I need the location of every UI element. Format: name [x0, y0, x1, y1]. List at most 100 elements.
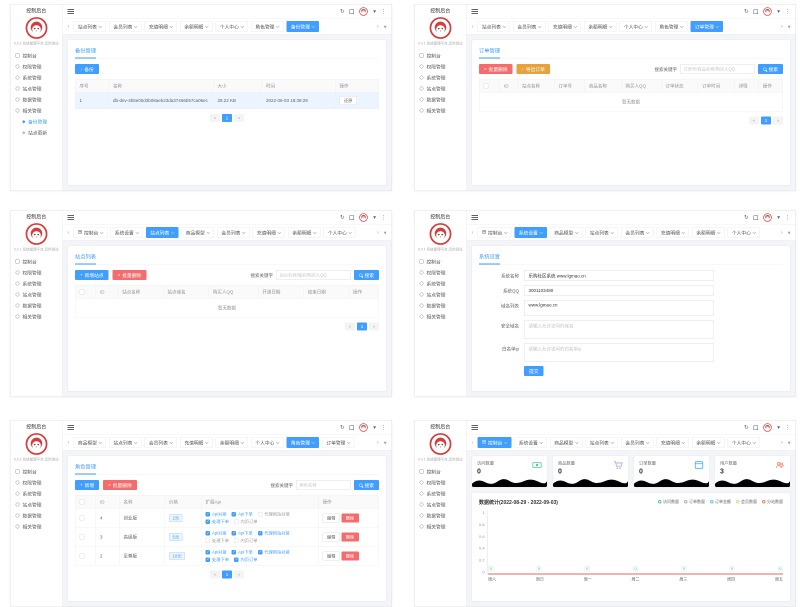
sidebar-item[interactable]: 系统管理: [415, 488, 467, 499]
edit-button[interactable]: 编辑: [323, 532, 341, 541]
tab[interactable]: 充值明细: [548, 21, 581, 32]
more-icon[interactable]: ⋮: [381, 215, 387, 221]
sidebar-item[interactable]: 系统管理: [415, 72, 467, 83]
tab[interactable]: 充值明细: [144, 21, 177, 32]
search-input[interactable]: [680, 64, 755, 74]
system-name-input[interactable]: [524, 270, 714, 281]
row-checkbox[interactable]: [80, 553, 85, 558]
refresh-icon[interactable]: ↻: [744, 425, 749, 431]
caret-down-icon[interactable]: ▾: [373, 425, 376, 431]
sidebar-item[interactable]: 系统管理: [11, 72, 63, 83]
more-icon[interactable]: ⋮: [785, 425, 791, 431]
caret-down-icon[interactable]: ▾: [777, 215, 780, 221]
batch-delete-button[interactable]: ×批量删除: [113, 270, 147, 280]
sidebar-item[interactable]: 控制台: [415, 466, 467, 477]
tab[interactable]: 站点列表: [146, 227, 179, 238]
tabs-more-icon[interactable]: ▾: [383, 439, 388, 446]
tabs-scroll-left-icon[interactable]: ‹: [471, 230, 475, 236]
user-avatar[interactable]: [763, 7, 772, 16]
tabs-scroll-right-icon[interactable]: ›: [376, 24, 380, 30]
sidebar-item[interactable]: 数据管理: [11, 300, 63, 311]
sidebar-item[interactable]: 控制台: [11, 256, 63, 267]
edit-button[interactable]: 编辑: [323, 551, 341, 560]
sidebar-item[interactable]: 控制台: [11, 50, 63, 61]
more-icon[interactable]: ⋮: [785, 9, 791, 15]
legend-item[interactable]: 分站数量: [762, 499, 783, 505]
refresh-icon[interactable]: ↻: [340, 215, 345, 221]
sidebar-item[interactable]: 控制台: [415, 50, 467, 61]
fullscreen-icon[interactable]: [754, 425, 759, 430]
search-button[interactable]: 搜索: [758, 64, 783, 74]
page-number[interactable]: 1: [761, 117, 771, 125]
tab[interactable]: 充值明细: [252, 227, 285, 238]
add-site-button[interactable]: +新增站点: [75, 270, 109, 280]
fullscreen-icon[interactable]: [350, 9, 355, 14]
api-option[interactable]: 内页订单: [234, 538, 258, 544]
sidebar-item[interactable]: 权限管理: [11, 477, 63, 488]
delete-button[interactable]: 删除: [341, 513, 359, 522]
refresh-icon[interactable]: ↻: [340, 425, 345, 431]
sidebar-item[interactable]: 相关管理: [415, 521, 467, 532]
page-next-button[interactable]: ›: [773, 117, 783, 125]
page-number[interactable]: 1: [222, 571, 232, 579]
search-input[interactable]: [276, 270, 351, 280]
caret-down-icon[interactable]: ▾: [777, 425, 780, 431]
sidebar-item[interactable]: 相关管理: [11, 311, 63, 322]
caret-down-icon[interactable]: ▾: [373, 9, 376, 15]
tab[interactable]: 会员列表: [217, 227, 250, 238]
tab[interactable]: 站点列表: [477, 21, 510, 32]
user-avatar[interactable]: [359, 213, 368, 222]
tab[interactable]: 商品模型: [550, 437, 583, 448]
api-option[interactable]: Api对接: [206, 511, 227, 517]
tab[interactable]: 站点列表: [109, 437, 142, 448]
tab[interactable]: 会员列表: [621, 437, 654, 448]
tab[interactable]: 角色管理: [286, 437, 319, 448]
tab[interactable]: 充值明细: [656, 437, 689, 448]
sidebar-item[interactable]: 控制台: [11, 466, 63, 477]
tab[interactable]: 会员列表: [621, 227, 654, 238]
tabs-scroll-right-icon[interactable]: ›: [780, 440, 784, 446]
page-prev-button[interactable]: ‹: [345, 323, 355, 331]
sidebar-item[interactable]: 站点管理: [415, 499, 467, 510]
tab[interactable]: 订单管理: [690, 21, 723, 32]
tabs-more-icon[interactable]: ▾: [787, 23, 792, 30]
sidebar-item[interactable]: 站点管理: [11, 499, 63, 510]
tab[interactable]: 系统设置: [110, 227, 143, 238]
tab[interactable]: 余额明细: [215, 437, 248, 448]
sidebar-item[interactable]: 系统管理: [11, 488, 63, 499]
caret-down-icon[interactable]: ▾: [373, 215, 376, 221]
api-option[interactable]: 代理网站对接: [258, 530, 290, 536]
tab[interactable]: 个人中心: [215, 21, 248, 32]
sidebar-item[interactable]: 相关管理: [415, 311, 467, 322]
tabs-scroll-left-icon[interactable]: ‹: [471, 24, 475, 30]
tabs-scroll-left-icon[interactable]: ‹: [67, 24, 71, 30]
api-option[interactable]: Api对接: [206, 530, 227, 536]
tabs-scroll-left-icon[interactable]: ‹: [67, 230, 71, 236]
api-option[interactable]: Api下单: [232, 511, 253, 517]
api-option[interactable]: 处理下单: [206, 538, 230, 544]
system-qq-input[interactable]: [524, 285, 714, 296]
tab[interactable]: 系统设置: [514, 437, 547, 448]
tab[interactable]: 商品模型: [73, 437, 106, 448]
batch-delete-button[interactable]: ×批量删除: [103, 480, 137, 490]
select-all-checkbox[interactable]: [484, 83, 489, 88]
tab[interactable]: 余额明细: [692, 437, 725, 448]
tab[interactable]: 系统设置: [514, 227, 547, 238]
user-avatar[interactable]: [359, 7, 368, 16]
api-option[interactable]: 内页订单: [234, 557, 258, 563]
refresh-icon[interactable]: ↻: [744, 9, 749, 15]
api-option[interactable]: Api对接: [206, 549, 227, 555]
tab[interactable]: 会员列表: [109, 21, 142, 32]
more-icon[interactable]: ⋮: [381, 9, 387, 15]
tabs-more-icon[interactable]: ▾: [787, 439, 792, 446]
more-icon[interactable]: ⋮: [381, 425, 387, 431]
tab[interactable]: 充值明细: [180, 437, 213, 448]
fullscreen-icon[interactable]: [754, 215, 759, 220]
tab[interactable]: 角色管理: [655, 21, 688, 32]
row-checkbox[interactable]: [80, 534, 85, 539]
restore-button[interactable]: 还原: [340, 96, 358, 105]
tabs-more-icon[interactable]: ▾: [787, 229, 792, 236]
tab[interactable]: 余额明细: [584, 21, 617, 32]
sidebar-item[interactable]: 站点管理: [415, 289, 467, 300]
sidebar-item[interactable]: 数据管理: [415, 510, 467, 521]
